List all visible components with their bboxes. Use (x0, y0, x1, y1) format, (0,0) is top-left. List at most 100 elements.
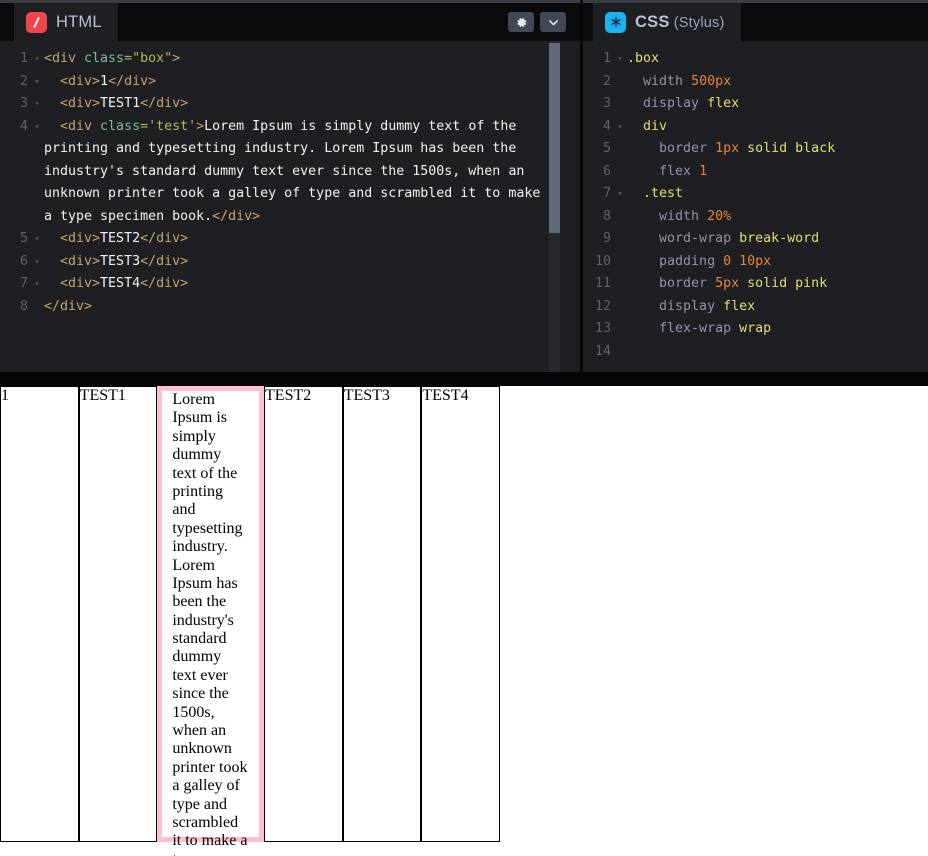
code-token-tag: </div> (140, 276, 189, 291)
code-token-tag: > (172, 51, 181, 66)
code-token-tag: </div> (108, 73, 157, 89)
css-editor-pane: CSS (Stylus) 1 ▾ .box 2 width 500px 3 di… (583, 0, 928, 372)
code-line: 11 border 5px solid pink (583, 273, 928, 296)
tab-css-sub-label: (Stylus) (669, 14, 725, 31)
fold-arrow-icon[interactable]: ▾ (30, 116, 44, 229)
code-line: 6 flex 1 (583, 161, 928, 184)
html-editor-scrollbar[interactable] (549, 41, 560, 372)
code-text: .test (627, 183, 928, 206)
fold-arrow-icon[interactable]: ▾ (30, 273, 44, 296)
fold-arrow-icon[interactable] (613, 296, 627, 319)
code-line: 5 ▾ <div>TEST2</div> (0, 228, 580, 251)
line-number: 7 (19, 276, 28, 291)
fold-arrow-icon[interactable] (613, 71, 627, 94)
line-number: 1 (602, 51, 611, 66)
preview-cell-test: Lorem Ipsum is simply dummy text of the … (157, 386, 265, 856)
code-text: <div>TEST4</div> (44, 273, 580, 296)
line-number: 5 (19, 231, 28, 246)
code-token-number: 500px (691, 73, 732, 89)
code-text: .box (627, 48, 928, 71)
code-token-attr: class (84, 51, 125, 66)
fold-arrow-icon[interactable] (613, 228, 627, 251)
fold-arrow-icon[interactable]: ▾ (30, 228, 44, 251)
line-number: 10 (594, 253, 611, 269)
code-text: display flex (627, 296, 928, 319)
line-number: 14 (594, 343, 611, 359)
code-token-property: border (659, 141, 708, 156)
html-code-editor[interactable]: 1 ▾ <div class="box"> 2 ▾ <div>1</div> 3… (0, 41, 580, 372)
tab-html-label: HTML (56, 12, 102, 31)
code-text: flex-wrap wrap (627, 318, 928, 341)
editors-region: HTML 1 ▾ <div class="box"> 2 ▾ <div>1</d… (0, 0, 928, 386)
code-text: div (627, 116, 928, 139)
code-token-number: 5px (715, 276, 740, 291)
code-line: 5 border 1px solid black (583, 138, 928, 161)
collapse-button[interactable] (540, 12, 566, 32)
code-token-selector: div (643, 118, 668, 134)
code-text: width 500px (627, 71, 928, 94)
code-token-number: 1px (715, 141, 740, 156)
code-token-text: 1 (100, 73, 109, 89)
line-number: 6 (602, 163, 611, 179)
fold-arrow-icon[interactable] (613, 251, 627, 274)
code-line: 7 ▾ .test (583, 183, 928, 206)
code-text: border 1px solid black (627, 138, 928, 161)
fold-arrow-icon[interactable] (613, 318, 627, 341)
css-pane-header: CSS (Stylus) (583, 0, 928, 41)
code-token-value: flex (723, 298, 756, 314)
code-line: 2 width 500px (583, 71, 928, 94)
code-token-property: border (659, 276, 708, 291)
code-line: 8 width 20% (583, 206, 928, 229)
code-token-tag: <div> (60, 276, 101, 291)
code-token-text: TEST2 (100, 231, 141, 246)
fold-arrow-icon[interactable] (613, 161, 627, 184)
fold-arrow-icon[interactable]: ▾ (613, 48, 627, 71)
preview-output-pane: 1 TEST1 Lorem Ipsum is simply dummy text… (0, 386, 928, 856)
fold-arrow-icon[interactable]: ▾ (30, 71, 44, 94)
line-number: 4 (19, 118, 28, 134)
fold-arrow-icon[interactable] (613, 93, 627, 116)
line-number: 12 (594, 298, 611, 314)
fold-arrow-icon[interactable]: ▾ (30, 48, 44, 71)
code-token-tag: </div> (212, 208, 261, 224)
fold-arrow-icon[interactable] (613, 273, 627, 296)
tab-css[interactable]: CSS (Stylus) (593, 3, 741, 41)
code-token-number: 1 (699, 163, 708, 179)
preview-cell-test2: TEST2 (264, 386, 343, 842)
code-token-attr: class (100, 118, 141, 134)
scrollbar-thumb[interactable] (549, 43, 560, 233)
code-text: <div>TEST2</div> (44, 228, 580, 251)
tab-html[interactable]: HTML (14, 3, 118, 41)
code-text: border 5px solid pink (627, 273, 928, 296)
line-number: 3 (19, 96, 28, 111)
line-number: 8 (19, 298, 28, 314)
settings-gear-button[interactable] (508, 12, 534, 32)
code-line: 8 </div> (0, 296, 580, 319)
code-token-text: TEST4 (100, 276, 141, 291)
code-token-tag: </div> (140, 253, 189, 269)
code-line: 2 ▾ <div>1</div> (0, 71, 580, 94)
code-token-text: TEST3 (100, 253, 141, 269)
fold-arrow-icon[interactable]: ▾ (30, 93, 44, 116)
code-token-value: solid pink (747, 276, 828, 291)
fold-arrow-icon[interactable]: ▾ (30, 251, 44, 274)
preview-cell-test4: TEST4 (421, 386, 501, 842)
fold-arrow-icon[interactable]: ▾ (613, 183, 627, 206)
fold-arrow-icon[interactable] (613, 341, 627, 364)
fold-arrow-icon[interactable] (613, 138, 627, 161)
code-token-string: ="box" (124, 51, 173, 66)
fold-arrow-icon[interactable]: ▾ (613, 116, 627, 139)
fold-arrow-icon[interactable] (613, 206, 627, 229)
code-text: </div> (44, 296, 580, 319)
code-line: 4 ▾ <div class='test'>Lorem Ipsum is sim… (0, 116, 580, 229)
html-pane-header: HTML (0, 0, 580, 41)
code-line: 14 (583, 341, 928, 364)
code-text: display flex (627, 93, 928, 116)
code-text: <div class="box"> (44, 48, 580, 71)
css-code-editor[interactable]: 1 ▾ .box 2 width 500px 3 display flex 4 (583, 41, 928, 372)
fold-arrow-icon[interactable] (30, 296, 44, 319)
asterisk-icon (605, 11, 626, 33)
code-token-property: display (643, 96, 700, 111)
code-line: 3 ▾ <div>TEST1</div> (0, 93, 580, 116)
code-token-property: flex-wrap (659, 321, 732, 336)
